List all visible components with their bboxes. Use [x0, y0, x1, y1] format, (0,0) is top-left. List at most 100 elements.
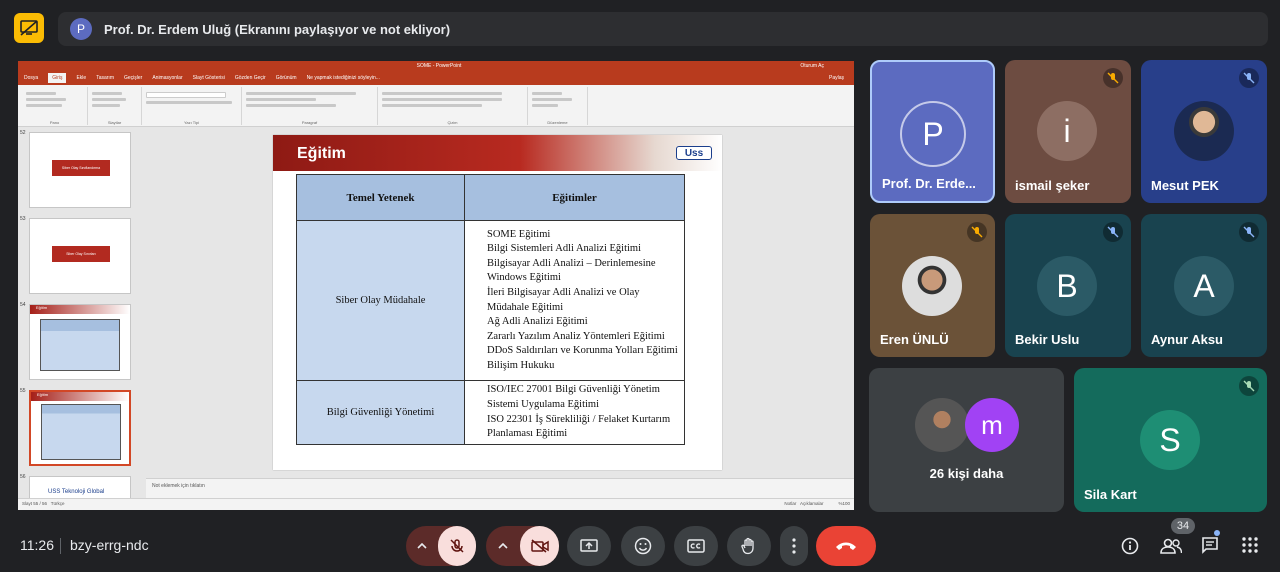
mic-off-icon — [1239, 68, 1259, 88]
participant-avatar: A — [1174, 256, 1234, 316]
slide-thumbnail[interactable]: USS Teknoloji Global — [29, 476, 131, 500]
people-count-badge: 34 — [1171, 518, 1195, 534]
training-item: Bilişim Hukuku — [487, 359, 555, 371]
slide-canvas[interactable]: Eğitim Uss Temel Yetenek Eğitimler Siber… — [273, 135, 722, 470]
more-options-icon[interactable] — [780, 526, 808, 566]
camera-control-group — [486, 526, 559, 566]
participant-name: Bekir Uslu — [1015, 332, 1080, 347]
presentation-status-icon[interactable] — [14, 13, 44, 43]
ribbon-group-editing[interactable]: Düzenleme — [528, 87, 588, 125]
emoji-button[interactable] — [621, 526, 665, 566]
table-cell-skill: Bilgi Güvenliği Yönetimi — [296, 380, 465, 445]
camera-off-button[interactable] — [520, 526, 559, 566]
ppt-share[interactable]: Paylaş — [829, 75, 844, 81]
participant-tile[interactable]: A Aynur Aksu — [1141, 214, 1267, 357]
table-cell-trainings: SOME Eğitimi Bilgi Sistemleri Adli Anali… — [464, 220, 685, 381]
ppt-tell-me[interactable]: Ne yapmak istediğinizi söyleyin... — [307, 75, 380, 81]
mic-off-button[interactable] — [438, 526, 476, 566]
notes-pane[interactable]: Not eklemek için tıklatın — [146, 478, 854, 498]
table-cell-skill: Siber Olay Müdahale — [296, 220, 465, 381]
ppt-window-title: SOME - PowerPoint — [416, 63, 462, 69]
ppt-tab[interactable]: Görünüm — [276, 75, 297, 81]
training-item: İleri Bilgisayar Adli Analizi ve Olay Mü… — [487, 286, 640, 313]
slide-thumbnail-selected[interactable]: Eğitim — [29, 390, 131, 466]
participant-name: Aynur Aksu — [1151, 332, 1223, 347]
ribbon-group-label: Slaytlar — [107, 120, 122, 125]
training-item: ISO 22301 İş Sürekliliği / Felaket Kurta… — [487, 413, 671, 440]
chat-icon[interactable] — [1201, 530, 1220, 559]
camera-options-chevron-icon[interactable] — [486, 543, 520, 549]
ppt-account[interactable]: Oturum Aç — [800, 63, 824, 69]
ppt-title-bar: SOME - PowerPoint Oturum Aç — [18, 61, 854, 71]
table-row: Bilgi Güvenliği Yönetimi ISO/IEC 27001 B… — [296, 380, 685, 445]
table-header: Eğitimler — [464, 174, 685, 221]
participant-tile[interactable]: i ismail şeker — [1005, 60, 1131, 203]
ppt-tab[interactable]: Gözden Geçir — [235, 75, 266, 81]
raise-hand-button[interactable] — [727, 526, 771, 566]
comments-toggle[interactable]: Açıklamalar — [800, 501, 824, 506]
ppt-tab[interactable]: Ekle — [76, 75, 86, 81]
training-item: Bilgi Sistemleri Adli Analizi Eğitimi — [487, 243, 641, 255]
ppt-ribbon: Pano Slaytlar Yazı Tipi Paragraf Çizim D… — [18, 85, 854, 127]
participant-name: Sila Kart — [1084, 487, 1137, 502]
thumb-title: Eğitim — [30, 305, 130, 314]
ppt-tab[interactable]: Tasarım — [96, 75, 114, 81]
ribbon-group-font[interactable]: Yazı Tipi — [142, 87, 242, 125]
participant-tile[interactable]: B Bekir Uslu — [1005, 214, 1131, 357]
presenter-banner-text: Prof. Dr. Erdem Uluğ (Ekranını paylaşıyo… — [104, 21, 451, 37]
mic-off-icon — [1239, 222, 1259, 242]
thumb-title: Siber Olay Sınıflandırma — [52, 160, 110, 176]
end-call-button[interactable] — [816, 526, 876, 566]
participant-name: Mesut PEK — [1151, 178, 1219, 193]
notes-toggle[interactable]: Notlar — [784, 501, 796, 506]
thumb-number: 56 — [20, 474, 26, 480]
ribbon-group-slides[interactable]: Slaytlar — [88, 87, 142, 125]
meeting-info-icon[interactable] — [1121, 537, 1139, 560]
uss-logo: Uss — [676, 146, 712, 160]
mic-off-icon — [1239, 376, 1259, 396]
ribbon-group-label: Çizim — [447, 120, 458, 125]
captions-button[interactable] — [674, 526, 718, 566]
meeting-code: bzy-errg-ndc — [70, 537, 149, 553]
participant-tile-active[interactable]: P Prof. Dr. Erde... — [870, 60, 995, 203]
training-item: SOME Eğitimi — [487, 228, 551, 240]
slide-thumbnail[interactable]: Siber Olay Sınıflandırma — [29, 132, 131, 208]
thumb-number: 53 — [20, 216, 26, 222]
slide-thumbnail[interactable]: Siber Olay Sınırları — [29, 218, 131, 294]
ribbon-group-drawing[interactable]: Çizim — [378, 87, 528, 125]
slide-thumbnail-pane: 52 Siber Olay Sınıflandırma 53 Siber Ola… — [18, 128, 146, 500]
slide-thumbnail[interactable]: Eğitim — [29, 304, 131, 380]
ppt-tab[interactable]: Slayt Gösterisi — [193, 75, 225, 81]
activities-grid-icon[interactable] — [1242, 537, 1258, 558]
participant-tile[interactable]: Mesut PEK — [1141, 60, 1267, 203]
zoom-level[interactable]: %100 — [838, 501, 850, 506]
participant-tile[interactable]: Eren ÜNLÜ — [870, 214, 995, 357]
participant-tile[interactable]: S Sila Kart — [1074, 368, 1267, 512]
ppt-tab[interactable]: Geçişler — [124, 75, 142, 81]
ppt-tab[interactable]: Dosya — [24, 75, 38, 81]
participant-photo — [1174, 101, 1234, 161]
ppt-ribbon-tabs: Dosya Giriş Ekle Tasarım Geçişler Animas… — [18, 71, 854, 85]
ribbon-group-label: Yazı Tipi — [183, 120, 200, 125]
shared-screen: SOME - PowerPoint Oturum Aç Dosya Giriş … — [18, 61, 854, 510]
people-icon[interactable] — [1160, 538, 1183, 559]
thumb-title: USS Teknoloji Global — [48, 489, 105, 495]
mic-control-group — [406, 526, 476, 566]
mic-options-chevron-icon[interactable] — [406, 543, 438, 549]
ribbon-group-clipboard[interactable]: Pano — [22, 87, 88, 125]
slide-counter: Slayt 55 / 56 — [22, 501, 48, 506]
thumb-title: Siber Olay Sınırları — [52, 246, 110, 262]
ppt-tab[interactable]: Animasyonlar — [152, 75, 182, 81]
ribbon-group-label: Pano — [49, 120, 60, 125]
participant-photo — [915, 398, 969, 452]
presenter-avatar: P — [70, 18, 92, 40]
participant-name: ismail şeker — [1015, 178, 1090, 193]
ribbon-group-paragraph[interactable]: Paragraf — [242, 87, 378, 125]
present-screen-button[interactable] — [567, 526, 611, 566]
training-item: Bilgisayar Adli Analizi – Derinlemesine … — [487, 257, 656, 284]
ribbon-group-label: Paragraf — [301, 120, 318, 125]
ppt-tab-active[interactable]: Giriş — [48, 73, 67, 83]
participant-avatar: B — [1037, 256, 1097, 316]
more-participants-tile[interactable]: m 26 kişi daha — [869, 368, 1064, 512]
language-indicator[interactable]: Türkçe — [51, 501, 65, 506]
